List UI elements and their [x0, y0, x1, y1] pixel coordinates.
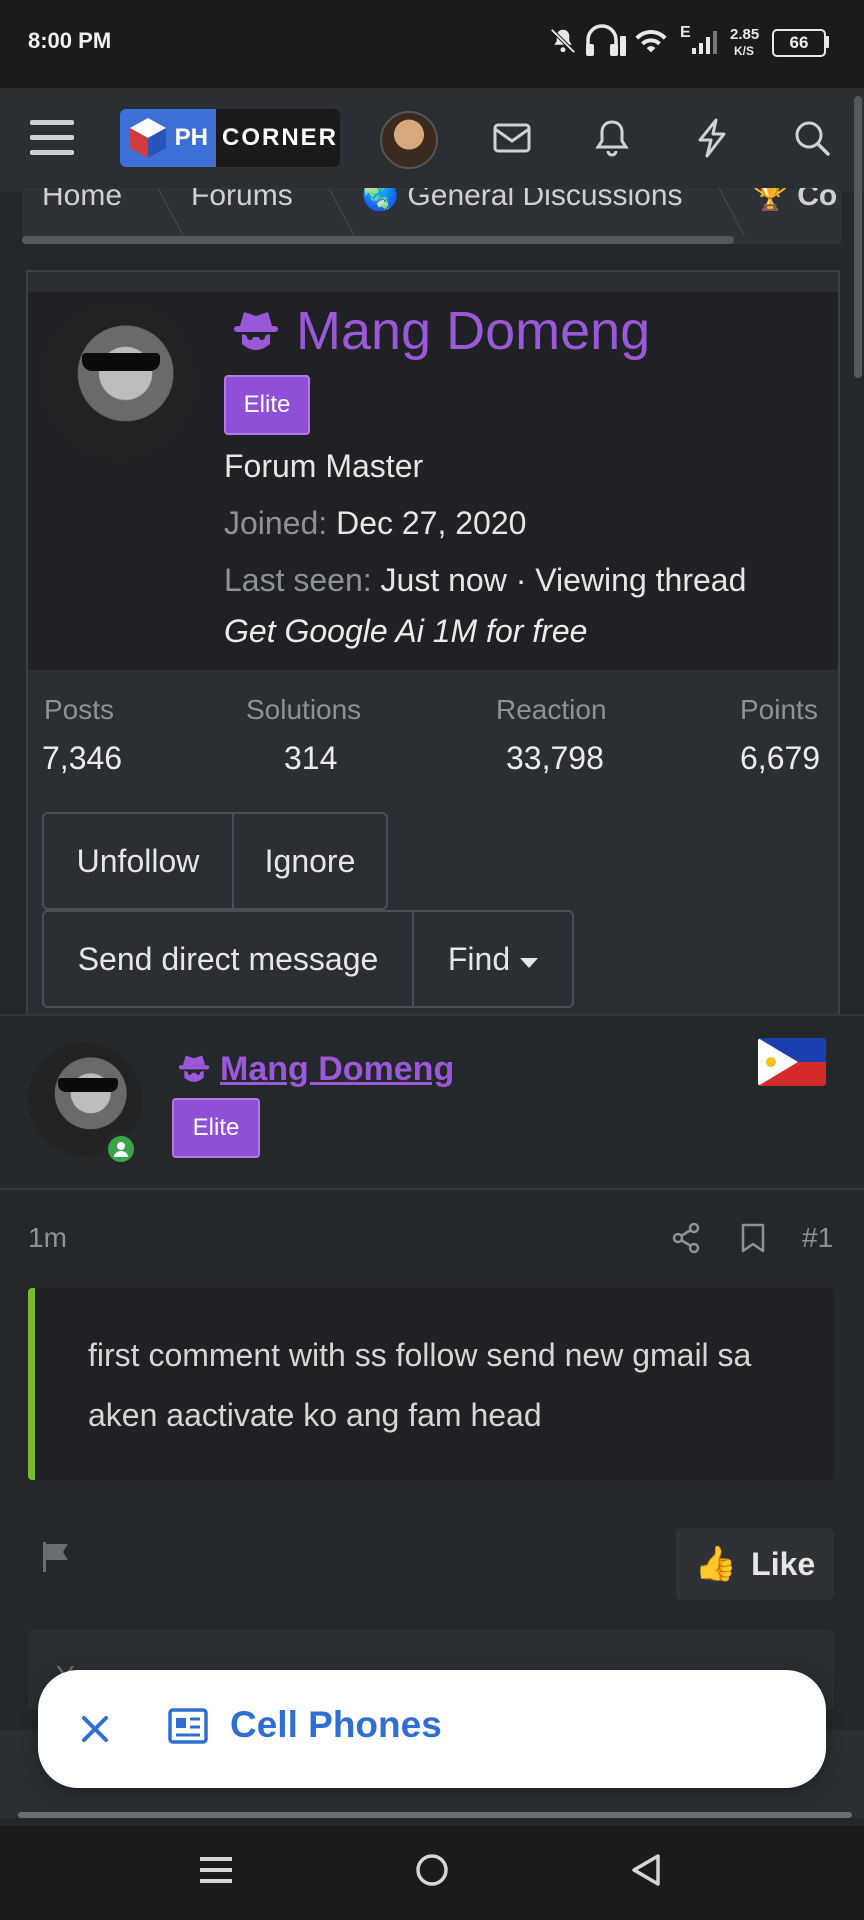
member-last-seen: Last seen: Just now · Viewing thread — [224, 562, 746, 599]
member-joined: Joined: Dec 27, 2020 — [224, 505, 526, 542]
last-seen-label: Last seen: — [224, 562, 372, 598]
inbox-icon[interactable] — [484, 110, 540, 166]
member-badge: Elite — [224, 375, 310, 435]
online-status-icon — [104, 1132, 138, 1166]
breadcrumb-scrollbar[interactable] — [22, 236, 734, 244]
report-flag-icon[interactable] — [40, 1540, 74, 1579]
battery-indicator: 66 — [772, 29, 826, 57]
caret-down-icon — [520, 941, 539, 978]
stat-points-label: Points — [740, 694, 818, 725]
post-body-text: first comment with ss follow send new gm… — [88, 1337, 752, 1433]
menu-icon[interactable] — [24, 110, 80, 166]
bolt-icon[interactable] — [684, 110, 740, 166]
bookmark-icon[interactable] — [740, 1222, 766, 1259]
joined-label: Joined: — [224, 505, 328, 541]
close-icon[interactable] — [66, 1700, 124, 1758]
speed-value: 2.85 — [730, 26, 760, 43]
spy-icon — [176, 1050, 212, 1091]
bottom-nav-progress — [18, 1812, 852, 1818]
page-scrollbar[interactable] — [854, 96, 862, 378]
member-title: Forum Master — [224, 448, 424, 484]
mute-notification-icon — [548, 26, 578, 61]
signal-icon — [690, 28, 718, 61]
stat-posts-label: Posts — [44, 694, 115, 725]
find-dropdown-button[interactable]: Find — [412, 910, 574, 1008]
stat-reaction-value[interactable]: 33,798 — [506, 740, 604, 777]
wifi-icon — [634, 26, 668, 61]
thumbs-up-icon: 👍 — [694, 1545, 738, 1583]
trophy-icon: 🏆 — [751, 188, 798, 212]
unfollow-button[interactable]: Unfollow — [42, 812, 234, 910]
member-name[interactable]: Mang Domeng — [296, 300, 650, 362]
stat-reaction-label: Reaction — [496, 694, 607, 725]
breadcrumb-general-discussions[interactable]: 🌏 General Discussions — [342, 188, 703, 213]
headphones-icon — [584, 24, 628, 63]
home-icon[interactable] — [414, 1852, 450, 1893]
user-avatar[interactable] — [380, 111, 438, 169]
battery-tip — [825, 36, 829, 48]
last-seen-value: Just now · Viewing thread — [380, 562, 747, 598]
back-icon[interactable] — [628, 1852, 664, 1893]
post-time[interactable]: 1m — [28, 1222, 67, 1254]
like-button[interactable]: 👍 Like — [676, 1528, 834, 1600]
stat-solutions-label: Solutions — [246, 694, 362, 725]
send-direct-message-button[interactable]: Send direct message — [42, 910, 414, 1008]
like-label: Like — [751, 1545, 816, 1582]
joined-value: Dec 27, 2020 — [336, 505, 527, 541]
toast-label[interactable]: Cell Phones — [230, 1704, 442, 1746]
spy-icon — [230, 304, 282, 361]
bell-icon[interactable] — [584, 110, 640, 166]
share-icon[interactable] — [670, 1222, 702, 1259]
globe-icon: 🌏 — [361, 188, 408, 212]
logo-corner-text: CORNER — [222, 124, 339, 151]
search-icon[interactable] — [784, 110, 840, 166]
member-status-message: Get Google Ai 1M for free — [224, 613, 588, 649]
recent-apps-icon[interactable] — [198, 1852, 234, 1893]
philippines-flag-icon — [758, 1038, 826, 1086]
breadcrumb-current[interactable]: 🏆 Co — [732, 188, 842, 213]
stat-posts-value[interactable]: 7,346 — [42, 740, 122, 777]
ignore-button[interactable]: Ignore — [232, 812, 388, 910]
post-author-name[interactable]: Mang Domeng — [220, 1050, 454, 1089]
logo-cube-icon — [128, 116, 168, 165]
post-author-badge: Elite — [172, 1098, 260, 1158]
stat-solutions-value[interactable]: 314 — [284, 740, 337, 777]
breadcrumb-home[interactable]: Home — [22, 188, 142, 213]
speed-unit: K/S — [734, 44, 755, 58]
stat-points-value[interactable]: 6,679 — [740, 740, 820, 777]
status-time: 8:00 PM — [28, 28, 112, 53]
post-number[interactable]: #1 — [802, 1222, 833, 1254]
breadcrumb-forums[interactable]: Forums — [171, 188, 313, 213]
list-article-icon — [168, 1708, 212, 1752]
find-label: Find — [447, 940, 511, 977]
member-avatar[interactable] — [42, 305, 194, 457]
